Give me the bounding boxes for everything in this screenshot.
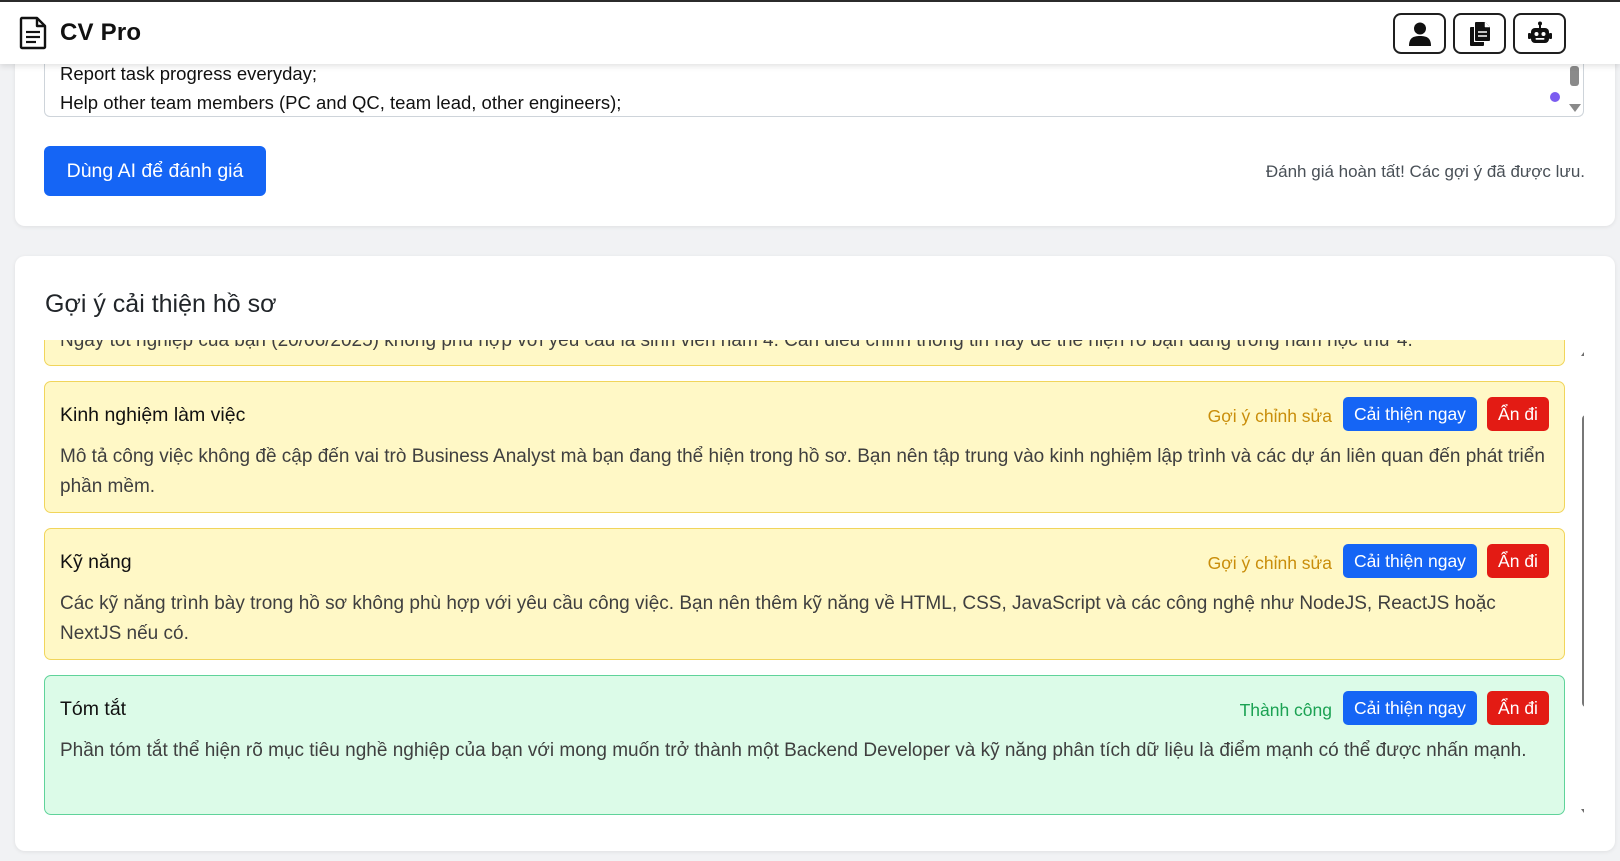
cv-text-area[interactable]: Report task progress everyday; Help othe… xyxy=(44,58,1584,117)
suggestion-status: Gợi ý chỉnh sửa xyxy=(1207,406,1332,426)
document-icon xyxy=(19,16,47,50)
ai-evaluate-button[interactable]: Dùng AI để đánh giá xyxy=(44,146,266,196)
documents-button[interactable] xyxy=(1453,13,1506,54)
improve-now-button[interactable]: Cải thiện ngay xyxy=(1343,691,1477,725)
hide-button[interactable]: Ẩn đi xyxy=(1487,691,1549,725)
brand[interactable]: CV Pro xyxy=(18,16,141,50)
user-icon xyxy=(1408,22,1431,46)
app-title: CV Pro xyxy=(60,19,142,46)
suggestion-body: Các kỹ năng trình bày trong hồ sơ không … xyxy=(60,593,1496,644)
suggestion-status: Thành công xyxy=(1239,700,1332,720)
suggestion-title: Kinh nghiệm làm việc xyxy=(60,404,246,426)
grammar-dot-icon xyxy=(1550,92,1560,102)
suggestions-list[interactable]: Ngày tốt nghiệp của bạn (20/06/2025) khô… xyxy=(44,340,1584,821)
suggestion-title: Kỹ năng xyxy=(60,551,132,573)
suggestion-body: Phần tóm tắt thể hiện rõ mục tiêu nghề n… xyxy=(60,740,1527,761)
suggestion-item: Tóm tắt Thành công Cải thiện ngay Ẩn đi … xyxy=(44,675,1565,815)
suggestion-body: Ngày tốt nghiệp của bạn (20/06/2025) khô… xyxy=(60,340,1413,351)
textarea-scrollbar[interactable] xyxy=(1567,58,1581,116)
suggestion-item: Ngày tốt nghiệp của bạn (20/06/2025) khô… xyxy=(44,340,1565,366)
profile-button[interactable] xyxy=(1393,13,1446,54)
scroll-down-icon[interactable] xyxy=(1569,104,1581,112)
suggestions-card: Gợi ý cải thiện hồ sơ Ngày tốt nghiệp củ… xyxy=(15,256,1615,851)
text-line: Report task progress everyday; xyxy=(60,63,318,84)
scrollbar-thumb[interactable] xyxy=(1582,415,1584,707)
scrollbar-thumb[interactable] xyxy=(1570,66,1579,86)
suggestion-item: Kỹ năng Gợi ý chỉnh sửa Cải thiện ngay Ẩ… xyxy=(44,528,1565,660)
suggestion-title: Tóm tắt xyxy=(60,698,127,720)
top-navbar: CV Pro xyxy=(0,0,1620,64)
suggestion-status: Gợi ý chỉnh sửa xyxy=(1207,553,1332,573)
hide-button[interactable]: Ẩn đi xyxy=(1487,544,1549,578)
scroll-down-icon[interactable] xyxy=(1581,809,1584,817)
copy-icon xyxy=(1469,21,1490,46)
robot-icon xyxy=(1527,21,1552,43)
list-scrollbar[interactable] xyxy=(1580,340,1584,821)
improve-now-button[interactable]: Cải thiện ngay xyxy=(1343,544,1477,578)
improve-now-button[interactable]: Cải thiện ngay xyxy=(1343,397,1477,431)
section-title: Gợi ý cải thiện hồ sơ xyxy=(45,290,277,318)
evaluation-status: Đánh giá hoàn tất! Các gợi ý đã được lưu… xyxy=(1265,162,1585,181)
scroll-up-icon[interactable] xyxy=(1581,348,1584,356)
assistant-button[interactable] xyxy=(1513,13,1566,54)
evaluation-card: Report task progress everyday; Help othe… xyxy=(15,50,1615,226)
hide-button[interactable]: Ẩn đi xyxy=(1487,397,1549,431)
text-line: Help other team members (PC and QC, team… xyxy=(60,92,622,113)
suggestion-item: Kinh nghiệm làm việc Gợi ý chỉnh sửa Cải… xyxy=(44,381,1565,513)
suggestion-body: Mô tả công việc không đề cập đến vai trò… xyxy=(60,446,1545,497)
